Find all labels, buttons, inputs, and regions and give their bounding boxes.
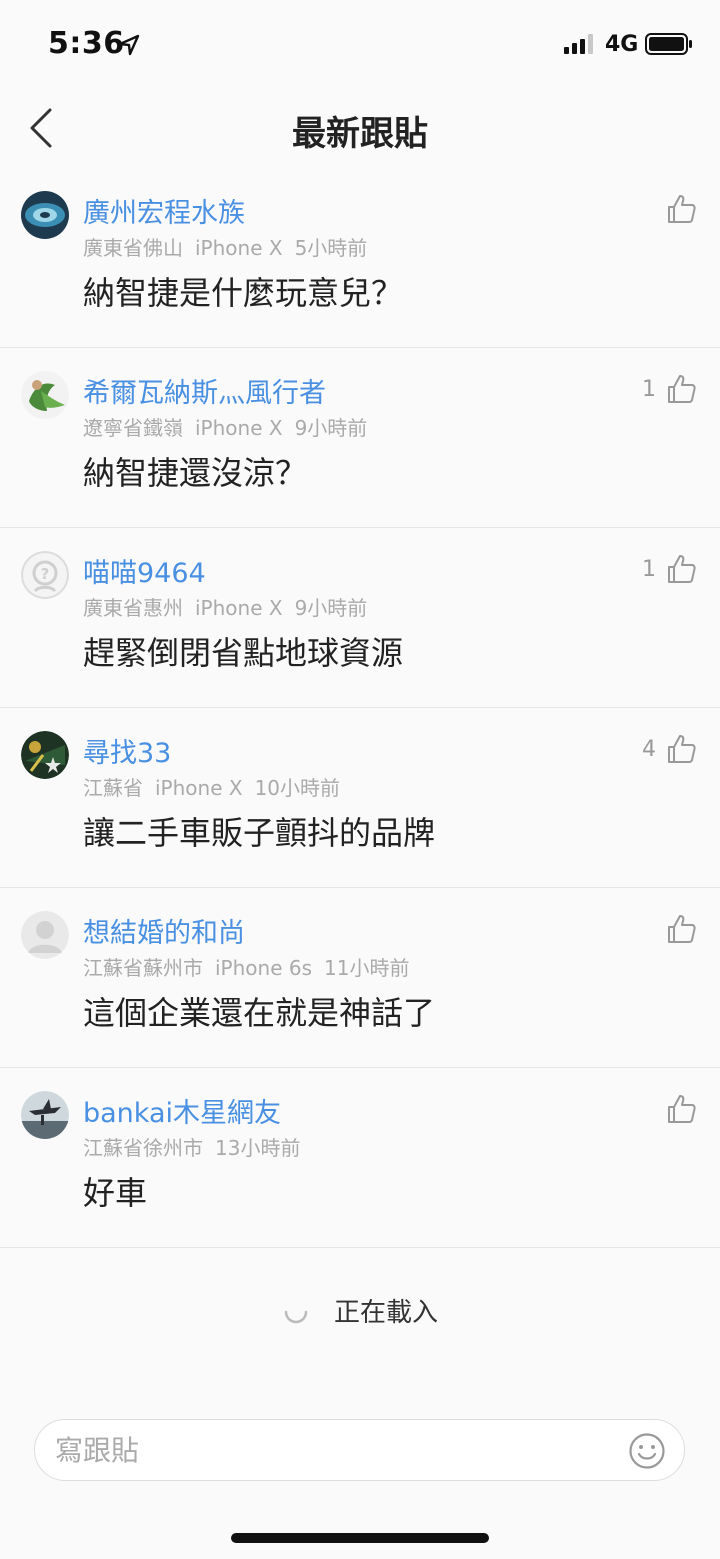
comment-text: 這個企業還在就是神話了 xyxy=(83,994,436,1032)
device: iPhone X xyxy=(155,776,243,800)
thumbs-up-icon xyxy=(668,555,696,583)
status-time: 5:36 xyxy=(48,26,125,61)
comment-meta: 廣東省佛山 iPhone X 5小時前 xyxy=(83,232,379,261)
comment-item: 廣州宏程水族 廣東省佛山 iPhone X 5小時前 納智捷是什麼玩意兒？ xyxy=(0,168,720,348)
comment-text: 納智捷是什麼玩意兒？ xyxy=(83,274,404,312)
header: 最新跟貼 xyxy=(0,88,720,168)
location-arrow-icon xyxy=(118,34,140,56)
username[interactable]: 喵喵9464 xyxy=(83,551,206,590)
avatar[interactable] xyxy=(21,371,69,419)
timestamp: 9小時前 xyxy=(294,596,368,620)
comment-text: 讓二手車販子顫抖的品牌 xyxy=(83,814,436,852)
emoji-icon[interactable] xyxy=(628,1432,666,1470)
network-label: 4G xyxy=(605,32,639,57)
comment-input[interactable] xyxy=(55,1420,615,1480)
location: 江蘇省徐州市 xyxy=(83,1136,203,1160)
comment-text: 好車 xyxy=(83,1174,148,1212)
like-count: 1 xyxy=(642,556,656,582)
comment-composer xyxy=(34,1419,685,1481)
comment-item: bankai木星網友 江蘇省徐州市 13小時前 好車 xyxy=(0,1068,720,1248)
avatar[interactable] xyxy=(21,191,69,239)
comment-text: 納智捷還沒涼？ xyxy=(83,454,308,492)
comment-meta: 江蘇省 iPhone X 10小時前 xyxy=(83,772,352,801)
comment-meta: 江蘇省徐州市 13小時前 xyxy=(83,1132,312,1161)
comment-text: 趕緊倒閉省點地球資源 xyxy=(83,634,404,672)
home-indicator xyxy=(231,1533,489,1543)
comment-meta: 遼寧省鐵嶺 iPhone X 9小時前 xyxy=(83,412,379,441)
comment-item: 想結婚的和尚 江蘇省蘇州市 iPhone 6s 11小時前 這個企業還在就是神話了 xyxy=(0,888,720,1068)
like-button[interactable]: 1 xyxy=(642,372,698,406)
username[interactable]: 希爾瓦納斯灬風行者 xyxy=(83,371,326,410)
like-count: 1 xyxy=(642,376,656,402)
avatar[interactable] xyxy=(21,911,69,959)
username[interactable]: 想結婚的和尚 xyxy=(83,911,245,950)
comment-meta: 江蘇省蘇州市 iPhone 6s 11小時前 xyxy=(83,952,421,981)
signal-icon xyxy=(564,34,593,54)
loading-indicator: 正在載入 xyxy=(0,1285,720,1335)
like-button[interactable] xyxy=(656,1092,698,1126)
location: 江蘇省 xyxy=(83,776,143,800)
loading-text: 正在載入 xyxy=(333,1297,438,1328)
username[interactable]: 廣州宏程水族 xyxy=(83,191,245,230)
page-title: 最新跟貼 xyxy=(292,114,428,154)
like-button[interactable]: 4 xyxy=(642,732,698,766)
device: iPhone X xyxy=(195,416,283,440)
thumbs-up-icon xyxy=(668,375,696,403)
like-button[interactable] xyxy=(656,192,698,226)
spinner-icon xyxy=(284,1310,308,1324)
avatar[interactable] xyxy=(21,731,69,779)
comment-item: 希爾瓦納斯灬風行者 遼寧省鐵嶺 iPhone X 9小時前 納智捷還沒涼？ 1 xyxy=(0,348,720,528)
timestamp: 9小時前 xyxy=(294,416,368,440)
location: 江蘇省蘇州市 xyxy=(83,956,203,980)
timestamp: 11小時前 xyxy=(324,956,410,980)
device: iPhone X xyxy=(195,596,283,620)
comment-list: 廣州宏程水族 廣東省佛山 iPhone X 5小時前 納智捷是什麼玩意兒？ 希爾瓦納… xyxy=(0,168,720,1248)
comment-item: ? 喵喵9464 廣東省惠州 iPhone X 9小時前 趕緊倒閉省點地球資源 1 xyxy=(0,528,720,708)
status-bar: 5:36 4G xyxy=(0,0,720,88)
thumbs-up-icon xyxy=(668,1095,696,1123)
svg-text:?: ? xyxy=(41,565,50,583)
avatar[interactable] xyxy=(21,1091,69,1139)
battery-icon xyxy=(645,33,692,55)
timestamp: 5小時前 xyxy=(294,236,368,260)
timestamp: 13小時前 xyxy=(215,1136,301,1160)
thumbs-up-icon xyxy=(668,195,696,223)
timestamp: 10小時前 xyxy=(254,776,341,800)
thumbs-up-icon xyxy=(668,915,696,943)
location: 廣東省惠州 xyxy=(83,596,183,620)
username[interactable]: bankai木星網友 xyxy=(83,1091,281,1130)
comment-item: 尋找33 江蘇省 iPhone X 10小時前 讓二手車販子顫抖的品牌 4 xyxy=(0,708,720,888)
location: 遼寧省鐵嶺 xyxy=(83,416,183,440)
like-button[interactable] xyxy=(656,912,698,946)
thumbs-up-icon xyxy=(668,735,696,763)
avatar[interactable]: ? xyxy=(21,551,69,599)
username[interactable]: 尋找33 xyxy=(83,731,171,770)
like-button[interactable]: 1 xyxy=(642,552,698,586)
comment-meta: 廣東省惠州 iPhone X 9小時前 xyxy=(83,592,379,621)
device: iPhone X xyxy=(195,236,283,260)
location: 廣東省佛山 xyxy=(83,236,183,260)
like-count: 4 xyxy=(642,736,656,762)
device: iPhone 6s xyxy=(215,956,313,980)
